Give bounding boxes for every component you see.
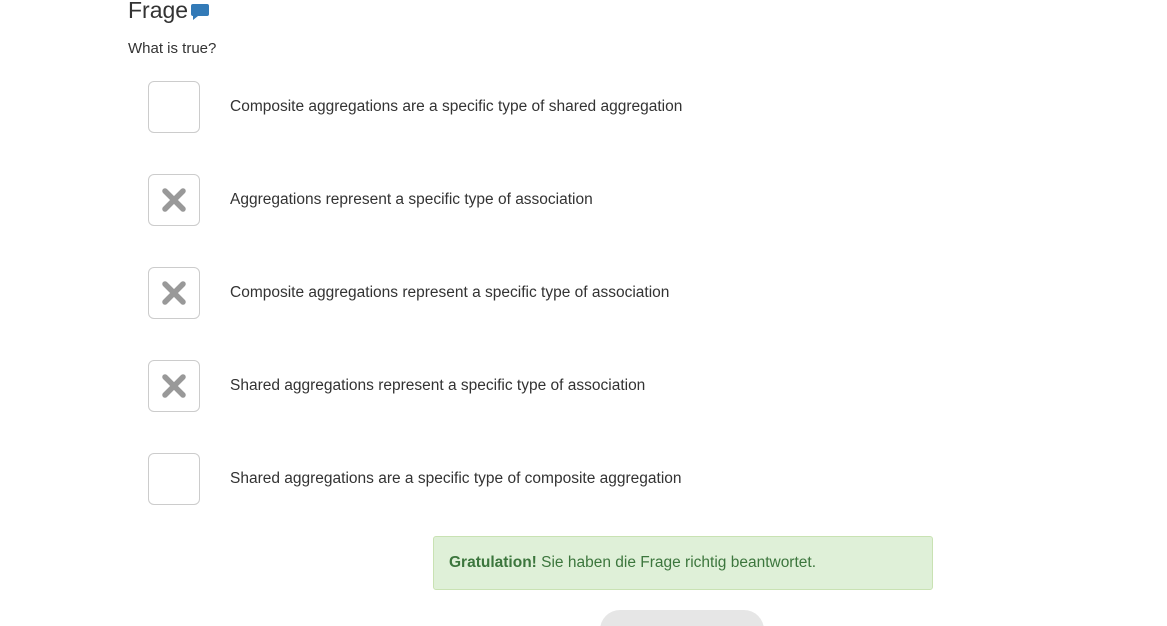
answer-label: Shared aggregations represent a specific… (230, 377, 646, 394)
answer-option: Aggregations represent a specific type o… (148, 174, 593, 226)
question-heading: Frage (128, 0, 210, 26)
answer-option: Composite aggregations are a specific ty… (148, 81, 682, 133)
cross-mark-icon (162, 374, 186, 398)
question-text: What is true? (128, 40, 217, 57)
heading-title: Frage (128, 0, 189, 23)
answer-checkbox[interactable] (148, 174, 200, 226)
answer-option: Shared aggregations are a specific type … (148, 453, 682, 505)
answer-checkbox[interactable] (148, 81, 200, 133)
comment-icon[interactable] (191, 4, 210, 20)
alert-strong-text: Gratulation! (449, 554, 537, 571)
answer-label: Composite aggregations represent a speci… (230, 284, 670, 301)
answer-label: Aggregations represent a specific type o… (230, 191, 593, 208)
answer-label: Shared aggregations are a specific type … (230, 470, 682, 487)
cross-mark-icon (162, 281, 186, 305)
alert-message: Sie haben die Frage richtig beantwortet. (536, 554, 817, 571)
answer-option: Shared aggregations represent a specific… (148, 360, 645, 412)
next-button[interactable] (600, 610, 764, 626)
answer-checkbox[interactable] (148, 267, 200, 319)
answer-checkbox[interactable] (148, 453, 200, 505)
answer-label: Composite aggregations are a specific ty… (230, 98, 683, 115)
answer-checkbox[interactable] (148, 360, 200, 412)
quiz-page: Frage What is true? Composite aggregatio… (0, 0, 1167, 626)
answer-option: Composite aggregations represent a speci… (148, 267, 669, 319)
cross-mark-icon (162, 188, 186, 212)
success-alert: Gratulation! Sie haben die Frage richtig… (433, 536, 933, 590)
